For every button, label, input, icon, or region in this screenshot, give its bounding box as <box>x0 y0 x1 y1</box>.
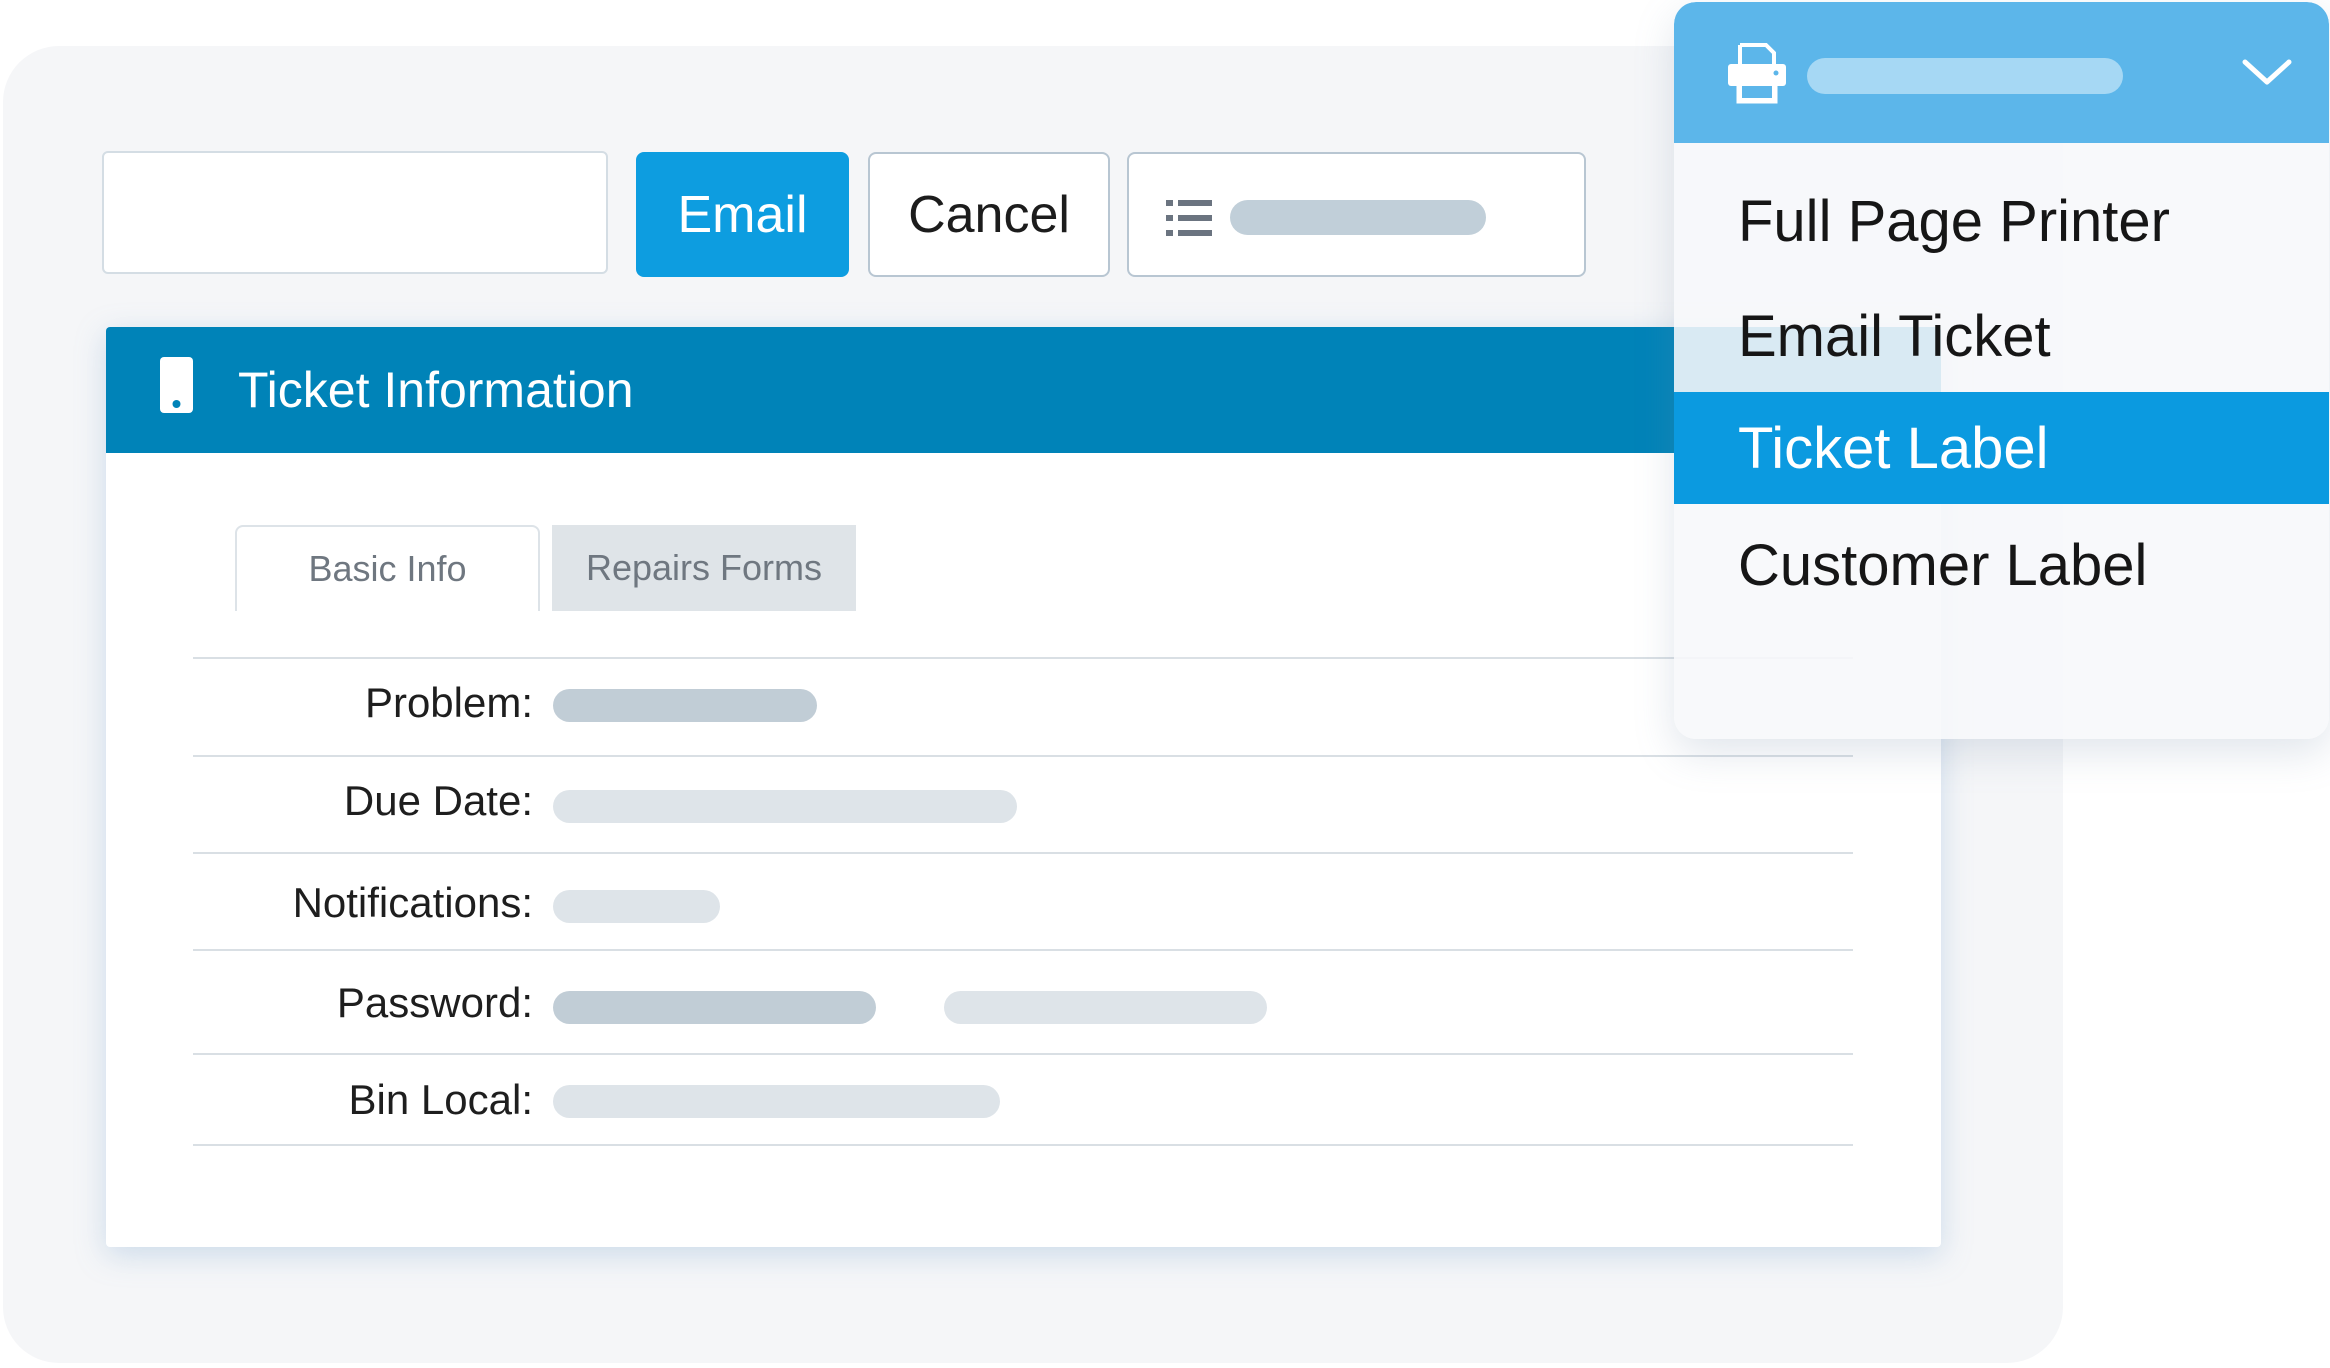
list-icon <box>1166 200 1212 236</box>
menu-item-email-ticket[interactable]: Email Ticket <box>1674 280 2329 392</box>
password-value <box>553 991 876 1024</box>
printer-icon <box>1728 43 1786 104</box>
menu-item-full-page-printer[interactable]: Full Page Printer <box>1674 165 2329 277</box>
due-date-value <box>553 790 1017 823</box>
ticket-title: Ticket Information <box>238 362 634 418</box>
bin-local-label: Bin Local: <box>348 1076 533 1123</box>
list-view-select[interactable] <box>1127 152 1586 277</box>
row-divider <box>193 949 1853 951</box>
menu-item-customer-label[interactable]: Customer Label <box>1674 509 2329 621</box>
tab-repairs-forms[interactable]: Repairs Forms <box>552 525 856 611</box>
notifications-label: Notifications: <box>292 879 533 926</box>
selected-printer-placeholder <box>1807 58 2123 94</box>
ticket-header: Ticket Information <box>106 327 1941 453</box>
phone-icon <box>160 357 193 413</box>
menu-item-ticket-label[interactable]: Ticket Label <box>1674 392 2329 504</box>
password-label: Password: <box>336 979 533 1026</box>
password-confirm-value <box>944 991 1267 1024</box>
ticket-card: Ticket Information Basic Info Repairs Fo… <box>106 327 1941 1247</box>
tab-basic-info[interactable]: Basic Info <box>235 525 540 611</box>
bin-local-value <box>553 1085 1000 1118</box>
row-divider <box>193 1144 1853 1146</box>
due-date-label: Due Date: <box>343 777 533 824</box>
print-dropdown-toggle[interactable] <box>1674 2 2329 143</box>
row-divider <box>193 1053 1853 1055</box>
cancel-button[interactable]: Cancel <box>868 152 1110 277</box>
row-divider <box>193 852 1853 854</box>
row-divider <box>193 657 1853 659</box>
print-dropdown: Full Page Printer Email Ticket Ticket La… <box>1674 2 2329 739</box>
chevron-down-icon <box>2242 59 2292 85</box>
problem-value <box>553 689 817 722</box>
notifications-value <box>553 890 720 923</box>
email-button[interactable]: Email <box>636 152 849 277</box>
row-divider <box>193 755 1853 757</box>
problem-label: Problem: <box>364 679 533 726</box>
select-value-placeholder <box>1230 200 1486 235</box>
search-input[interactable] <box>102 151 608 274</box>
